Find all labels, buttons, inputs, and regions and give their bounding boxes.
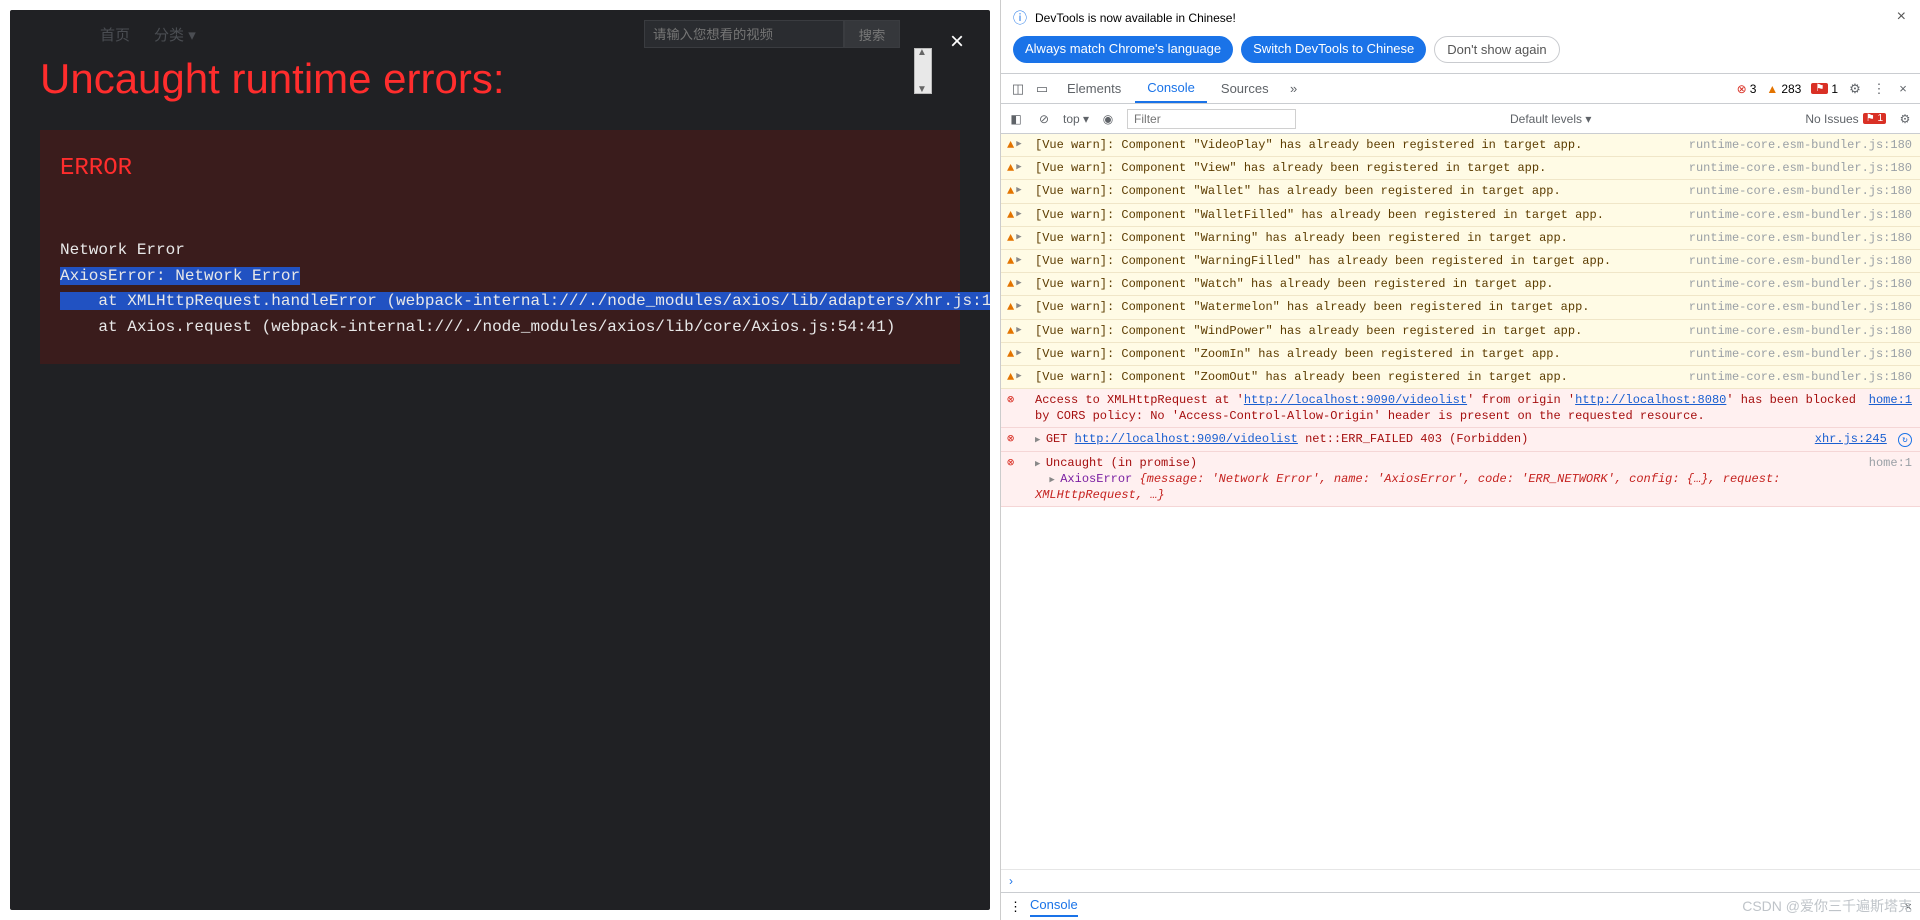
pill-switch-chinese[interactable]: Switch DevTools to Chinese — [1241, 36, 1426, 63]
source-link[interactable]: xhr.js:245 ↻ — [1815, 431, 1912, 447]
scrollbar-mini[interactable] — [914, 48, 932, 94]
filter-input[interactable] — [1127, 109, 1296, 129]
console-log-area[interactable]: ▲▶[Vue warn]: Component "VideoPlay" has … — [1001, 134, 1920, 869]
nav-home[interactable]: 首页 — [100, 24, 130, 45]
console-warning-row[interactable]: ▲▶[Vue warn]: Component "WindPower" has … — [1001, 320, 1920, 343]
warning-message: [Vue warn]: Component "ZoomOut" has alre… — [1035, 369, 1681, 385]
warning-message: [Vue warn]: Component "ZoomIn" has alrea… — [1035, 346, 1681, 362]
device-toggle-icon[interactable]: ▭ — [1031, 81, 1053, 97]
console-warning-row[interactable]: ▲▶[Vue warn]: Component "Wallet" has alr… — [1001, 180, 1920, 203]
warning-message: [Vue warn]: Component "WindPower" has al… — [1035, 323, 1681, 339]
close-icon[interactable]: × — [950, 28, 964, 56]
gear-icon[interactable]: ⚙ — [1896, 112, 1914, 126]
pill-dont-show[interactable]: Don't show again — [1434, 36, 1559, 63]
tab-sources[interactable]: Sources — [1209, 74, 1281, 103]
error-line-highlight: AxiosError: Network Error — [60, 267, 300, 285]
context-selector[interactable]: top ▾ — [1063, 112, 1089, 126]
source-link[interactable]: runtime-core.esm-bundler.js:180 — [1689, 207, 1912, 223]
tab-console[interactable]: Console — [1135, 74, 1207, 103]
clear-console-icon[interactable]: ⊘ — [1035, 112, 1053, 126]
nav-category[interactable]: 分类 ▾ — [154, 24, 196, 45]
source-link[interactable]: home:1 — [1869, 392, 1912, 424]
warning-message: [Vue warn]: Component "WalletFilled" has… — [1035, 207, 1681, 223]
console-warning-row[interactable]: ▲▶[Vue warn]: Component "View" has alrea… — [1001, 157, 1920, 180]
console-warning-row[interactable]: ▲▶[Vue warn]: Component "WarningFilled" … — [1001, 250, 1920, 273]
source-link[interactable]: runtime-core.esm-bundler.js:180 — [1689, 230, 1912, 246]
error-panel: ERROR Network Error AxiosError: Network … — [40, 130, 960, 364]
error-line-highlight: at XMLHttpRequest.handleError (webpack-i… — [60, 292, 990, 310]
watermark: CSDN @爱你三千遍斯塔克 — [1742, 896, 1912, 916]
notice-text: DevTools is now available in Chinese! — [1035, 11, 1236, 25]
source-link[interactable]: runtime-core.esm-bundler.js:180 — [1689, 346, 1912, 362]
eye-icon[interactable]: ◉ — [1099, 112, 1117, 126]
sidebar-toggle-icon[interactable]: ◧ — [1007, 112, 1025, 126]
source-link[interactable]: runtime-core.esm-bundler.js:180 — [1689, 276, 1912, 292]
drawer-tab-console[interactable]: Console — [1030, 897, 1078, 917]
source-link[interactable]: runtime-core.esm-bundler.js:180 — [1689, 137, 1912, 153]
source-link[interactable]: runtime-core.esm-bundler.js:180 — [1689, 323, 1912, 339]
pill-match-language[interactable]: Always match Chrome's language — [1013, 36, 1233, 63]
devtools-panel: ⓘ DevTools is now available in Chinese! … — [1000, 0, 1920, 920]
console-warning-row[interactable]: ▲▶[Vue warn]: Component "Watermelon" has… — [1001, 296, 1920, 319]
runtime-errors-title: Uncaught runtime errors: — [40, 55, 505, 103]
warning-message: [Vue warn]: Component "Watch" has alread… — [1035, 276, 1681, 292]
warning-count[interactable]: ▲283 — [1766, 82, 1801, 96]
console-warning-row[interactable]: ▲▶[Vue warn]: Component "ZoomIn" has alr… — [1001, 343, 1920, 366]
kebab-icon[interactable]: ⋮ — [1009, 899, 1022, 915]
warning-message: [Vue warn]: Component "Wallet" has alrea… — [1035, 183, 1681, 199]
source-link[interactable]: runtime-core.esm-bundler.js:180 — [1689, 253, 1912, 269]
warning-message: [Vue warn]: Component "View" has already… — [1035, 160, 1681, 176]
console-filter-bar: ◧ ⊘ top ▾ ◉ Default levels ▾ No Issues ⚑… — [1001, 104, 1920, 134]
error-message: ▶ GET http://localhost:9090/videolist ne… — [1035, 431, 1807, 447]
info-icon: ⓘ — [1013, 8, 1027, 28]
console-error-row[interactable]: ⊗▶ Uncaught (in promise) ▶ AxiosError {m… — [1001, 452, 1920, 508]
console-error-row[interactable]: ⊗Access to XMLHttpRequest at 'http://loc… — [1001, 389, 1920, 428]
source-link[interactable]: runtime-core.esm-bundler.js:180 — [1689, 183, 1912, 199]
warning-message: [Vue warn]: Component "WarningFilled" ha… — [1035, 253, 1681, 269]
gear-icon[interactable]: ⚙ — [1844, 81, 1866, 97]
source-link[interactable]: home:1 — [1869, 455, 1912, 504]
more-tabs-icon[interactable]: » — [1283, 81, 1305, 96]
log-levels-selector[interactable]: Default levels ▾ — [1510, 112, 1591, 126]
close-icon[interactable]: × — [1897, 8, 1906, 26]
language-notice: ⓘ DevTools is now available in Chinese! … — [1001, 0, 1920, 32]
error-line: Network Error — [60, 241, 185, 259]
devtools-tabs: ◫ ▭ Elements Console Sources » ⊗3 ▲283 ⚑… — [1001, 74, 1920, 104]
close-icon[interactable]: × — [1892, 81, 1914, 96]
error-heading: ERROR — [60, 150, 940, 188]
console-warning-row[interactable]: ▲▶[Vue warn]: Component "Watch" has alre… — [1001, 273, 1920, 296]
error-line: at Axios.request (webpack-internal:///./… — [60, 318, 895, 336]
error-count[interactable]: ⊗3 — [1737, 82, 1757, 96]
console-warning-row[interactable]: ▲▶[Vue warn]: Component "Warning" has al… — [1001, 227, 1920, 250]
app-viewport: 首页 分类 ▾ 搜索 4 1 2 Uncaught runtime errors… — [0, 0, 1000, 920]
flag-count[interactable]: ⚑1 — [1811, 82, 1838, 96]
error-message: Access to XMLHttpRequest at 'http://loca… — [1035, 392, 1861, 424]
source-link[interactable]: runtime-core.esm-bundler.js:180 — [1689, 160, 1912, 176]
tab-elements[interactable]: Elements — [1055, 74, 1133, 103]
inspect-icon[interactable]: ◫ — [1007, 81, 1029, 97]
console-warning-row[interactable]: ▲▶[Vue warn]: Component "VideoPlay" has … — [1001, 134, 1920, 157]
console-warning-row[interactable]: ▲▶[Vue warn]: Component "WalletFilled" h… — [1001, 204, 1920, 227]
source-link[interactable]: runtime-core.esm-bundler.js:180 — [1689, 369, 1912, 385]
search-button[interactable]: 搜索 — [844, 20, 900, 48]
error-message: ▶ Uncaught (in promise) ▶ AxiosError {me… — [1035, 455, 1861, 504]
source-link[interactable]: runtime-core.esm-bundler.js:180 — [1689, 299, 1912, 315]
console-warning-row[interactable]: ▲▶[Vue warn]: Component "ZoomOut" has al… — [1001, 366, 1920, 389]
console-error-row[interactable]: ⊗▶ GET http://localhost:9090/videolist n… — [1001, 428, 1920, 451]
warning-message: [Vue warn]: Component "Warning" has alre… — [1035, 230, 1681, 246]
kebab-icon[interactable]: ⋮ — [1868, 81, 1890, 97]
warning-message: [Vue warn]: Component "VideoPlay" has al… — [1035, 137, 1681, 153]
console-prompt[interactable]: › — [1001, 869, 1920, 892]
search-input[interactable] — [644, 20, 844, 48]
app-nav: 首页 分类 ▾ 搜索 — [10, 10, 990, 58]
warning-message: [Vue warn]: Component "Watermelon" has a… — [1035, 299, 1681, 315]
issues-indicator[interactable]: No Issues ⚑ 1 — [1805, 112, 1886, 126]
